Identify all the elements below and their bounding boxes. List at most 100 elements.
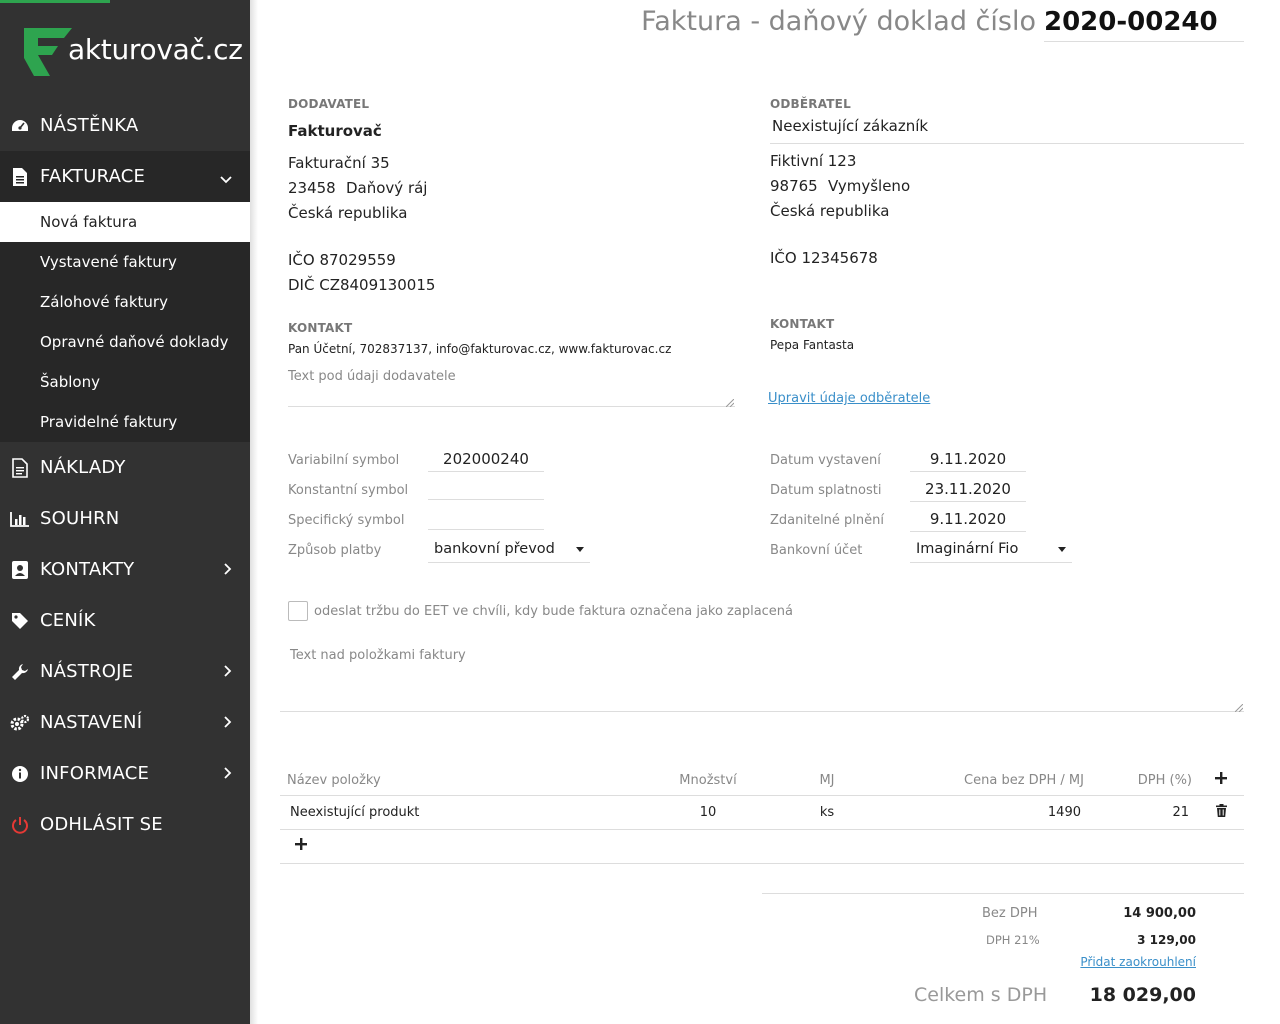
sidebar-item-nastenka[interactable]: NÁSTĚNKA <box>0 100 250 151</box>
customer-name-input[interactable]: Neexistující zákazník <box>770 117 1244 144</box>
payment-method-select[interactable]: bankovní převod <box>428 537 590 563</box>
grand-total-value: 18 029,00 <box>1089 984 1196 1006</box>
submenu-vystavene-faktury[interactable]: Vystavené faktury <box>0 242 250 282</box>
trash-icon <box>1215 803 1227 817</box>
items-header-row: Název položky Množství MJ Cena bez DPH /… <box>280 766 1244 796</box>
col-header-vat: DPH (%) <box>1090 766 1198 796</box>
sidebar-item-informace[interactable]: INFORMACE <box>0 748 250 799</box>
chevron-right-icon <box>224 713 232 732</box>
delete-item-button[interactable] <box>1198 795 1244 830</box>
sidebar-menu: NÁSTĚNKA FAKTURACE Nová faktura Vystaven… <box>0 100 250 850</box>
info-icon <box>10 764 30 784</box>
items-table: Název položky Množství MJ Cena bez DPH /… <box>280 766 1244 864</box>
logo-f-icon <box>24 28 72 76</box>
chevron-right-icon <box>224 662 232 681</box>
sidebar-item-nastroje[interactable]: NÁSTROJE <box>0 646 250 697</box>
logo[interactable]: akturovač.cz <box>24 22 244 78</box>
sidebar-item-odhlasit[interactable]: ODHLÁSIT SE <box>0 799 250 850</box>
document-icon <box>10 167 30 187</box>
ss-input[interactable] <box>428 506 544 530</box>
customer-country: Česká republika <box>770 202 890 220</box>
submenu-pravidelne-faktury[interactable]: Pravidelné faktury <box>0 402 250 442</box>
supplier-dic: DIČ CZ8409130015 <box>288 276 436 294</box>
supplier-note-placeholder: Text pod údaji dodavatele <box>288 369 456 384</box>
add-item-row <box>280 829 1244 864</box>
vs-label: Variabilní symbol <box>288 453 400 468</box>
add-item-header-button[interactable] <box>1198 766 1244 796</box>
submenu-sablony[interactable]: Šablony <box>0 362 250 402</box>
bank-account-select[interactable]: Imaginární Fio <box>910 537 1072 563</box>
plus-icon <box>1215 772 1227 785</box>
items-note-textarea[interactable]: Text nad položkami faktury <box>280 648 1244 713</box>
sidebar-item-label: FAKTURACE <box>40 166 146 187</box>
customer-ico: IČO 12345678 <box>770 249 878 267</box>
col-header-price: Cena bez DPH / MJ <box>886 766 1090 796</box>
bank-account-label: Bankovní účet <box>770 543 863 558</box>
sidebar-item-label: ODHLÁSIT SE <box>40 814 163 835</box>
sidebar-item-naklady[interactable]: NÁKLADY <box>0 442 250 493</box>
submenu-zalohove-faktury[interactable]: Zálohové faktury <box>0 282 250 322</box>
supplier-city: Daňový ráj <box>346 179 428 197</box>
fakturace-submenu: Nová faktura Vystavené faktury Zálohové … <box>0 202 250 442</box>
item-name-cell[interactable]: Neexistující produkt <box>280 795 648 830</box>
price-tag-icon <box>10 611 30 631</box>
customer-contact: Pepa Fantasta <box>770 338 855 352</box>
sidebar-item-nastaveni[interactable]: NASTAVENÍ <box>0 697 250 748</box>
payment-method-value: bankovní převod <box>434 541 555 557</box>
chevron-right-icon <box>224 764 232 783</box>
submenu-opravne-doklady[interactable]: Opravné daňové doklady <box>0 322 250 362</box>
totals-divider <box>762 893 1244 894</box>
item-vat-cell[interactable]: 21 <box>1090 795 1198 830</box>
due-date-input[interactable]: 23.11.2020 <box>910 478 1026 502</box>
taxable-date-label: Zdanitelné plnění <box>770 513 885 528</box>
payment-method-label: Způsob platby <box>288 543 382 558</box>
sidebar-item-label: NASTAVENÍ <box>40 712 143 733</box>
edit-customer-link[interactable]: Upravit údaje odběratele <box>768 391 930 406</box>
supplier-note-textarea[interactable]: Text pod údaji dodavatele <box>288 369 735 408</box>
page-title-text: Faktura - daňový doklad číslo <box>641 6 1036 37</box>
table-row: Neexistující produkt 10 ks 1490 21 <box>280 795 1244 830</box>
sidebar-item-fakturace[interactable]: FAKTURACE <box>0 151 250 202</box>
item-price-cell[interactable]: 1490 <box>886 795 1090 830</box>
vs-input[interactable]: 202000240 <box>428 448 544 472</box>
item-unit-cell[interactable]: ks <box>768 795 886 830</box>
bank-account-value: Imaginární Fio <box>916 541 1019 557</box>
due-date-label: Datum splatnosti <box>770 483 882 498</box>
item-qty-cell[interactable]: 10 <box>648 795 768 830</box>
gears-icon <box>10 713 30 733</box>
supplier-contact-heading: KONTAKT <box>288 321 353 335</box>
sidebar-item-label: CENÍK <box>40 610 96 631</box>
net-total-value: 14 900,00 <box>1123 906 1196 921</box>
supplier-contact: Pan Účetní, 702837137, info@fakturovac.c… <box>288 342 672 356</box>
submenu-nova-faktura[interactable]: Nová faktura <box>0 202 250 242</box>
add-item-button[interactable] <box>295 838 307 854</box>
invoice-number-input[interactable]: 2020-00240 <box>1044 7 1244 42</box>
supplier-street: Fakturační 35 <box>288 154 390 172</box>
sidebar-item-label: NÁSTĚNKA <box>40 115 139 136</box>
grand-total-label: Celkem s DPH <box>914 984 1048 1006</box>
sidebar-item-souhrn[interactable]: SOUHRN <box>0 493 250 544</box>
sidebar-item-kontakty[interactable]: KONTAKTY <box>0 544 250 595</box>
sidebar-item-label: SOUHRN <box>40 508 120 529</box>
eet-checkbox[interactable] <box>288 601 308 621</box>
resize-handle-icon[interactable] <box>1234 701 1244 713</box>
issued-date-input[interactable]: 9.11.2020 <box>910 448 1026 472</box>
sidebar-item-cenik[interactable]: CENÍK <box>0 595 250 646</box>
supplier-heading: DODAVATEL <box>288 97 370 111</box>
resize-handle-icon[interactable] <box>725 396 735 408</box>
supplier-zip: 23458 <box>288 179 336 197</box>
logo-text: akturovač.cz <box>68 33 243 66</box>
ks-label: Konstantní symbol <box>288 483 409 498</box>
page-title: Faktura - daňový doklad číslo 2020-00240 <box>641 6 1244 42</box>
customer-street: Fiktivní 123 <box>770 152 857 170</box>
sidebar-item-label: NÁSTROJE <box>40 661 134 682</box>
vat-total-label: DPH 21% <box>986 933 1040 947</box>
vat-total-value: 3 129,00 <box>1137 933 1196 947</box>
add-rounding-link[interactable]: Přidat zaokrouhlení <box>1080 955 1196 969</box>
contact-card-icon <box>10 560 30 580</box>
sidebar-accent-bar <box>0 0 110 3</box>
net-total-label: Bez DPH <box>982 906 1038 921</box>
ks-input[interactable] <box>428 476 544 500</box>
taxable-date-input[interactable]: 9.11.2020 <box>910 508 1026 532</box>
customer-contact-heading: KONTAKT <box>770 317 835 331</box>
